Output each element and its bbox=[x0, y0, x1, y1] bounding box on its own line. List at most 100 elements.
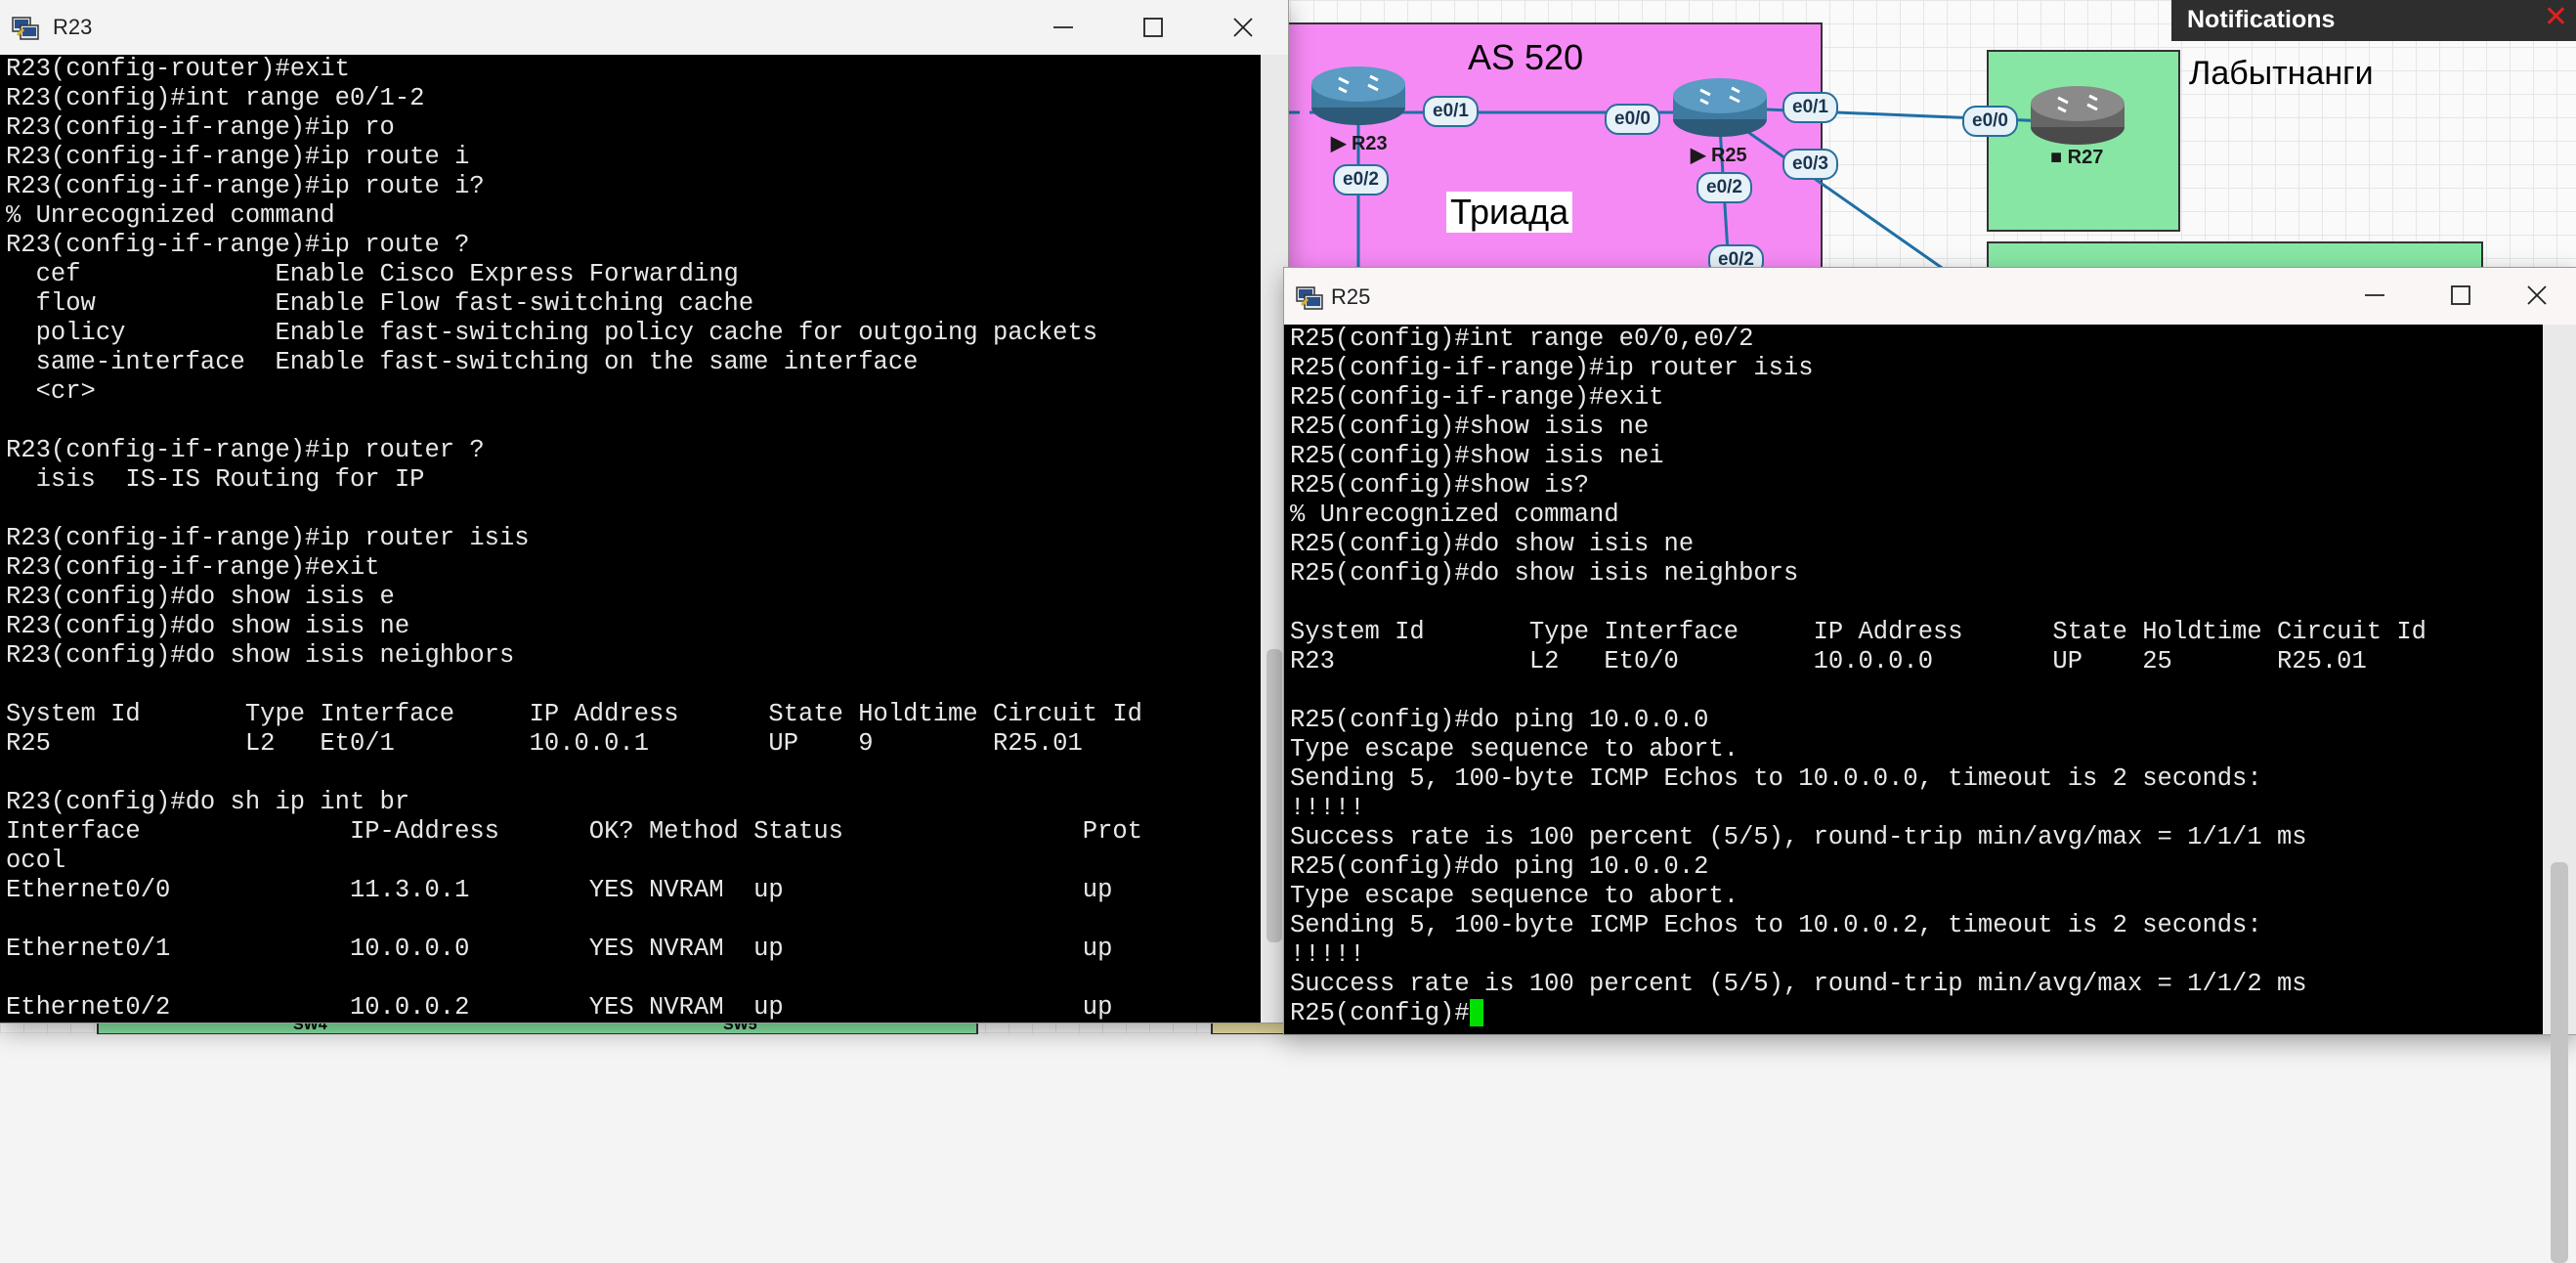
interface-label: e0/1 bbox=[1423, 96, 1479, 127]
window-title: R25 bbox=[1331, 284, 1371, 309]
terminal-line: Sending 5, 100-byte ICMP Echos to 10.0.0… bbox=[1290, 911, 2262, 939]
terminal-line: isis IS-IS Routing for IP bbox=[6, 465, 425, 494]
terminal-line: Ethernet0/0 11.3.0.1 YES NVRAM up up bbox=[6, 876, 1113, 904]
terminal-line: !!!!! bbox=[1290, 940, 1365, 969]
window-title: R23 bbox=[53, 15, 93, 39]
terminal-line: R23(config)#int range e0/1-2 bbox=[6, 84, 425, 112]
terminal-window-r25[interactable]: R25 R25(config)#int range e0/0,e0/2 R25(c… bbox=[1284, 268, 2576, 1263]
terminal-window-r23[interactable]: R23 R23(config-router)#exit R23(config)#i… bbox=[0, 0, 1288, 1023]
terminal-line: <cr> bbox=[6, 377, 96, 406]
interface-label: e0/2 bbox=[1696, 172, 1752, 203]
terminal-line: System Id Type Interface IP Address Stat… bbox=[6, 700, 1142, 728]
cursor bbox=[1469, 999, 1483, 1026]
router-r23[interactable]: ▶ R23 bbox=[1331, 131, 1388, 155]
terminal-line: R23(config)#do sh ip int br bbox=[6, 788, 410, 816]
terminal-line: R25(config)#do ping 10.0.0.0 bbox=[1290, 706, 1709, 734]
terminal-line: Success rate is 100 percent (5/5), round… bbox=[1290, 823, 2307, 851]
terminal-line: R23(config-if-range)#ip ro bbox=[6, 113, 395, 142]
putty-icon bbox=[12, 17, 39, 40]
terminal-line: R25(config-if-range)#ip router isis bbox=[1290, 354, 1814, 382]
minimize-button[interactable] bbox=[2330, 268, 2420, 323]
terminal-output-r25[interactable]: R25(config)#int range e0/0,e0/2 R25(confi… bbox=[1284, 325, 2543, 1034]
terminal-line: flow Enable Flow fast-switching cache bbox=[6, 289, 754, 318]
terminal-line: Ethernet0/2 10.0.0.2 YES NVRAM up up bbox=[6, 993, 1113, 1022]
terminal-line: Sending 5, 100-byte ICMP Echos to 10.0.0… bbox=[1290, 764, 2262, 793]
terminal-line: R23(config-if-range)#ip route i? bbox=[6, 172, 485, 200]
notifications-panel: Notifications ✕ bbox=[2171, 0, 2576, 41]
minimize-icon bbox=[1053, 26, 1073, 28]
terminal-line: ocol bbox=[6, 847, 66, 875]
terminal-line: % Unrecognized command bbox=[1290, 501, 1619, 529]
close-button[interactable] bbox=[1198, 0, 1288, 55]
putty-icon bbox=[1296, 286, 1323, 310]
router-r23-icon bbox=[1311, 66, 1405, 125]
interface-label: e0/1 bbox=[1782, 92, 1838, 123]
triad-label: Триада bbox=[1446, 192, 1573, 233]
title-bar-r23[interactable]: R23 bbox=[0, 0, 1288, 55]
terminal-line: Interface IP-Address OK? Method Status P… bbox=[6, 817, 1142, 846]
notifications-title: Notifications bbox=[2187, 6, 2336, 33]
scrollbar-thumb[interactable] bbox=[2551, 862, 2568, 1263]
scrollbar-thumb[interactable] bbox=[1267, 649, 1282, 942]
scrollbar-r25[interactable] bbox=[2543, 325, 2576, 1263]
minimize-button[interactable] bbox=[1018, 0, 1108, 55]
close-icon bbox=[2527, 285, 2547, 305]
terminal-line: R25(config)#do show isis ne bbox=[1290, 530, 1695, 558]
close-icon bbox=[1233, 18, 1253, 37]
city-label: Лабытнанги bbox=[2189, 55, 2374, 92]
terminal-line: R25(config)#show isis nei bbox=[1290, 442, 1664, 470]
interface-label: e0/2 bbox=[1333, 164, 1389, 196]
terminal-line: R23(config-if-range)#exit bbox=[6, 553, 380, 582]
terminal-line: same-interface Enable fast-switching on … bbox=[6, 348, 919, 376]
router-r27-icon bbox=[2031, 86, 2125, 145]
router-r25-icon bbox=[1673, 78, 1767, 137]
terminal-line: policy Enable fast-switching policy cach… bbox=[6, 319, 1098, 347]
terminal-line: R25(config)#show isis ne bbox=[1290, 413, 1650, 441]
maximize-icon bbox=[1143, 18, 1163, 37]
terminal-line: R23(config)#do show isis ne bbox=[6, 612, 410, 640]
terminal-line: !!!!! bbox=[1290, 794, 1365, 822]
terminal-line: R23 L2 Et0/0 10.0.0.0 UP 25 R25.01 bbox=[1290, 647, 2367, 675]
terminal-line: R25(config)#int range e0/0,e0/2 bbox=[1290, 325, 1754, 353]
maximize-button[interactable] bbox=[1108, 0, 1198, 55]
terminal-line: Type escape sequence to abort. bbox=[1290, 882, 1739, 910]
terminal-line: R25 L2 Et0/1 10.0.0.1 UP 9 R25.01 bbox=[6, 729, 1083, 758]
terminal-line: R23(config)#do show isis e bbox=[6, 583, 395, 611]
router-r27[interactable]: ■ R27 bbox=[2050, 147, 2103, 169]
terminal-line: Type escape sequence to abort. bbox=[1290, 735, 1739, 763]
close-notifications-button[interactable]: ✕ bbox=[2544, 0, 2568, 34]
terminal-line: Success rate is 100 percent (5/5), round… bbox=[1290, 970, 2307, 998]
terminal-line: R23(config)#do show isis neighbors bbox=[6, 641, 515, 670]
terminal-line: R25(config)#do show isis neighbors bbox=[1290, 559, 1799, 588]
as-label: AS 520 bbox=[1468, 37, 1584, 77]
terminal-line: R23(config-if-range)#ip router isis bbox=[6, 524, 530, 552]
terminal-line: % Unrecognized command bbox=[6, 201, 335, 230]
close-button[interactable] bbox=[2492, 268, 2576, 323]
terminal-line: System Id Type Interface IP Address Stat… bbox=[1290, 618, 2426, 646]
terminal-line: R25(config)#show is? bbox=[1290, 471, 1590, 500]
maximize-icon bbox=[2451, 285, 2470, 305]
terminal-line: R23(config-if-range)#ip route ? bbox=[6, 231, 470, 259]
terminal-line: R25(config-if-range)#exit bbox=[1290, 383, 1664, 412]
terminal-prompt[interactable]: R25(config)# bbox=[1284, 999, 2543, 1028]
terminal-line: R23(config-router)#exit bbox=[6, 55, 350, 83]
title-bar-r25[interactable]: R25 bbox=[1284, 268, 2576, 325]
router-r25[interactable]: ▶ R25 bbox=[1691, 143, 1747, 167]
terminal-line: cef Enable Cisco Express Forwarding bbox=[6, 260, 739, 288]
interface-label: e0/0 bbox=[1605, 104, 1660, 135]
terminal-line: Ethernet0/1 10.0.0.0 YES NVRAM up up bbox=[6, 935, 1113, 963]
interface-label: e0/3 bbox=[1782, 149, 1838, 180]
terminal-line: R23(config-if-range)#ip router ? bbox=[6, 436, 485, 464]
terminal-output-r23[interactable]: R23(config-router)#exit R23(config)#int r… bbox=[0, 55, 1261, 1023]
terminal-line: R25(config)#do ping 10.0.0.2 bbox=[1290, 852, 1709, 881]
minimize-icon bbox=[2365, 294, 2384, 296]
interface-label: e0/0 bbox=[1962, 106, 2018, 137]
